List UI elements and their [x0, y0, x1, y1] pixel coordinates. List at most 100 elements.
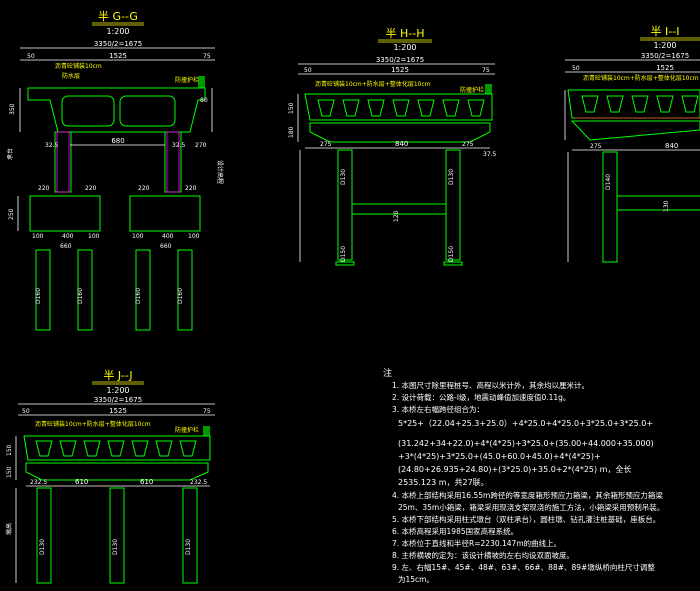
hh-height-1: 150 [288, 102, 295, 114]
gg-vert-label-right: 设计高程 [216, 160, 224, 184]
note-line: 5*25+（22.04+25.3+25.0）+4*25.0+4*25.0+3*2… [398, 419, 653, 428]
gg-cap-left-total: 660 [60, 243, 72, 250]
ii-w2: 840 [665, 142, 678, 150]
gg-cap-left-2: 400 [62, 233, 74, 240]
section-hh-title: 半 H--H [386, 26, 425, 40]
note-line: 2. 设计荷载：公路-I级，地震动峰值加速度值0.11g。 [392, 392, 570, 402]
gg-cap-right-1: 100 [132, 233, 144, 240]
gg-side-dim: 270 [195, 142, 207, 149]
gg-pile-2: D160 [77, 288, 84, 304]
hh-beam: 120 [393, 210, 400, 222]
hh-right-dim: 75 [482, 67, 490, 74]
hh-col-left: D130 [340, 169, 347, 185]
section-hh-scale: 1:200 [393, 43, 416, 52]
section-gg-scale: 1:200 [106, 27, 129, 36]
hh-rail-note: 防撞护栏 [460, 86, 484, 94]
ii-w1: 275 [590, 143, 602, 150]
note-line: 5. 本桥下部结构采用柱式墩台（双柱承台），圆柱墩、钻孔灌注桩基础，座板台。 [392, 514, 660, 524]
gg-pile-4: D160 [177, 288, 184, 304]
gg-pile-1: D160 [35, 288, 42, 304]
gg-cap-dim-3: 220 [138, 185, 150, 192]
ii-left-dim: 50 [572, 65, 580, 72]
note-line: 6. 本桥高程采用1985国家高程系统。 [392, 526, 518, 536]
section-gg-title: 半 G--G [98, 9, 138, 23]
note-line: 25m、35m小箱梁，箱梁采用现浇支架现浇的施工方法，小箱梁采用预制吊装。 [398, 502, 664, 512]
gg-cap-right-3: 100 [188, 233, 200, 240]
jj-col-2: D130 [112, 539, 119, 555]
ii-beam: 130 [663, 200, 670, 212]
jj-w1: 232.5 [30, 479, 47, 486]
hh-top-dim: 1525 [391, 66, 409, 74]
gg-height-1: 350 [9, 103, 16, 115]
hh-pile-right: D150 [448, 246, 455, 262]
jj-height-1: 150 [6, 444, 13, 456]
gg-top-dim: 1525 [109, 52, 127, 60]
section-hh: 半 H--H 1:200 3350/2=1675 1525 50 75 沥青砼铺… [288, 26, 497, 266]
section-jj-title: 半 J--J [103, 368, 132, 382]
note-line: (24.80+26.935+24.80)+(3*25.0)+35.0+2*(4*… [398, 464, 631, 474]
gg-cap-dim-2: 220 [85, 185, 97, 192]
hh-col-right: D130 [448, 169, 455, 185]
jj-col-3: D130 [185, 539, 192, 555]
note-line: +3*(4*25)+3*25.0+(45.0+60.0+45.0)+4*(4*2… [398, 452, 601, 461]
jj-deck-note: 沥青砼铺装10cm+防水层+整体化层10cm [35, 420, 151, 428]
jj-w4: 232.5 [190, 479, 207, 486]
section-jj: 半 J--J 1:200 3350/2=1675 1525 50 75 沥青砼铺… [5, 368, 215, 584]
hh-w3: 275 [462, 141, 474, 148]
jj-top-dim: 1525 [109, 407, 127, 415]
gg-cap-dim-1: 220 [38, 185, 50, 192]
gg-pile-3: D160 [135, 288, 142, 304]
ii-col: D140 [605, 174, 612, 190]
jj-rail-note: 防撞护栏 [175, 426, 199, 434]
gg-col-offset-right: 32.5 [172, 142, 186, 149]
note-line: 为15cm。 [398, 574, 434, 584]
design-notes: 注 1. 本图尺寸除里程桩号、高程以米计外，其余均以厘米计。 2. 设计荷载：公… [383, 367, 664, 584]
jj-total-dim: 3350/2=1675 [94, 396, 142, 404]
jj-col-1: D130 [39, 539, 46, 555]
gg-rail-note: 防撞护栏 [175, 76, 199, 84]
section-jj-scale: 1:200 [106, 386, 129, 395]
note-line: 3. 本桥左右幅跨径组合为： [392, 404, 484, 414]
gg-waterproof-note: 防水层 [62, 72, 80, 80]
hh-w2: 840 [395, 140, 408, 148]
hh-height-2: 180 [288, 126, 295, 138]
note-line: 7. 本桥位于直线和半径R=2230.147m的曲线上。 [392, 538, 561, 548]
hh-w4: 37.5 [483, 151, 497, 158]
note-line: 8. 主桥横坡的定为：该设计横坡的左右均设双面坡度。 [392, 550, 574, 560]
gg-cap-left-3: 100 [88, 233, 100, 240]
jj-height-2: 150 [6, 466, 13, 478]
ii-deck-note: 沥青砼铺装10cm+防水层+整体化层10cm [583, 74, 699, 82]
gg-vert-label-left: 承台 [6, 148, 14, 160]
gg-cap-left-1: 100 [32, 233, 44, 240]
hh-deck-note: 沥青砼铺装10cm+防水层+整体化层10cm [315, 80, 431, 88]
note-line: 2535.123 m，共27联。 [398, 478, 489, 487]
gg-right-dim: 75 [203, 53, 211, 60]
gg-span-dim: 680 [111, 137, 124, 145]
gg-left-dim: 50 [27, 53, 35, 60]
gg-cap-right-2: 400 [162, 233, 174, 240]
section-ii-scale: 1:200 [653, 41, 676, 50]
gg-cap-right-total: 660 [160, 243, 172, 250]
note-line: 9. 左、右幅15#、45#、48#、63#、66#、88#、89#墩纵桥向柱尺… [392, 562, 655, 572]
gg-height-2: 250 [8, 208, 15, 220]
jj-side-label: 墩高 [5, 523, 13, 535]
gg-total-dim: 3350/2=1675 [94, 40, 142, 48]
section-ii-title: 半 I--I [651, 24, 680, 38]
section-gg: 半 G--G 1:200 3350/2=1675 1525 50 75 沥青砼铺… [6, 9, 224, 331]
hh-pile-left: D150 [340, 246, 347, 262]
jj-w3: 610 [140, 478, 153, 486]
hh-left-dim: 50 [304, 67, 312, 74]
note-line: (31.242+34+22.0)+4*(4*25)+3*25.0+(35.00+… [398, 439, 654, 448]
jj-w2: 610 [75, 478, 88, 486]
drawing-canvas: 半 G--G 1:200 3350/2=1675 1525 50 75 沥青砼铺… [5, 9, 700, 584]
ii-top-dim: 1525 [656, 64, 674, 72]
note-line: 4. 本桥上部结构采用16.55m跨径的等宽度箱形预应力箱梁，其余箱形预应力箱梁 [392, 490, 663, 500]
gg-height-3: 80 [200, 97, 208, 104]
notes-heading: 注 [383, 367, 392, 379]
gg-col-offset-left: 32.5 [45, 142, 59, 149]
jj-left-dim: 50 [22, 408, 30, 415]
jj-right-dim: 75 [203, 408, 211, 415]
hh-total-dim: 3350/2=1675 [376, 56, 424, 64]
hh-w1: 275 [320, 141, 332, 148]
note-line: 1. 本图尺寸除里程桩号、高程以米计外，其余均以厘米计。 [392, 380, 589, 390]
